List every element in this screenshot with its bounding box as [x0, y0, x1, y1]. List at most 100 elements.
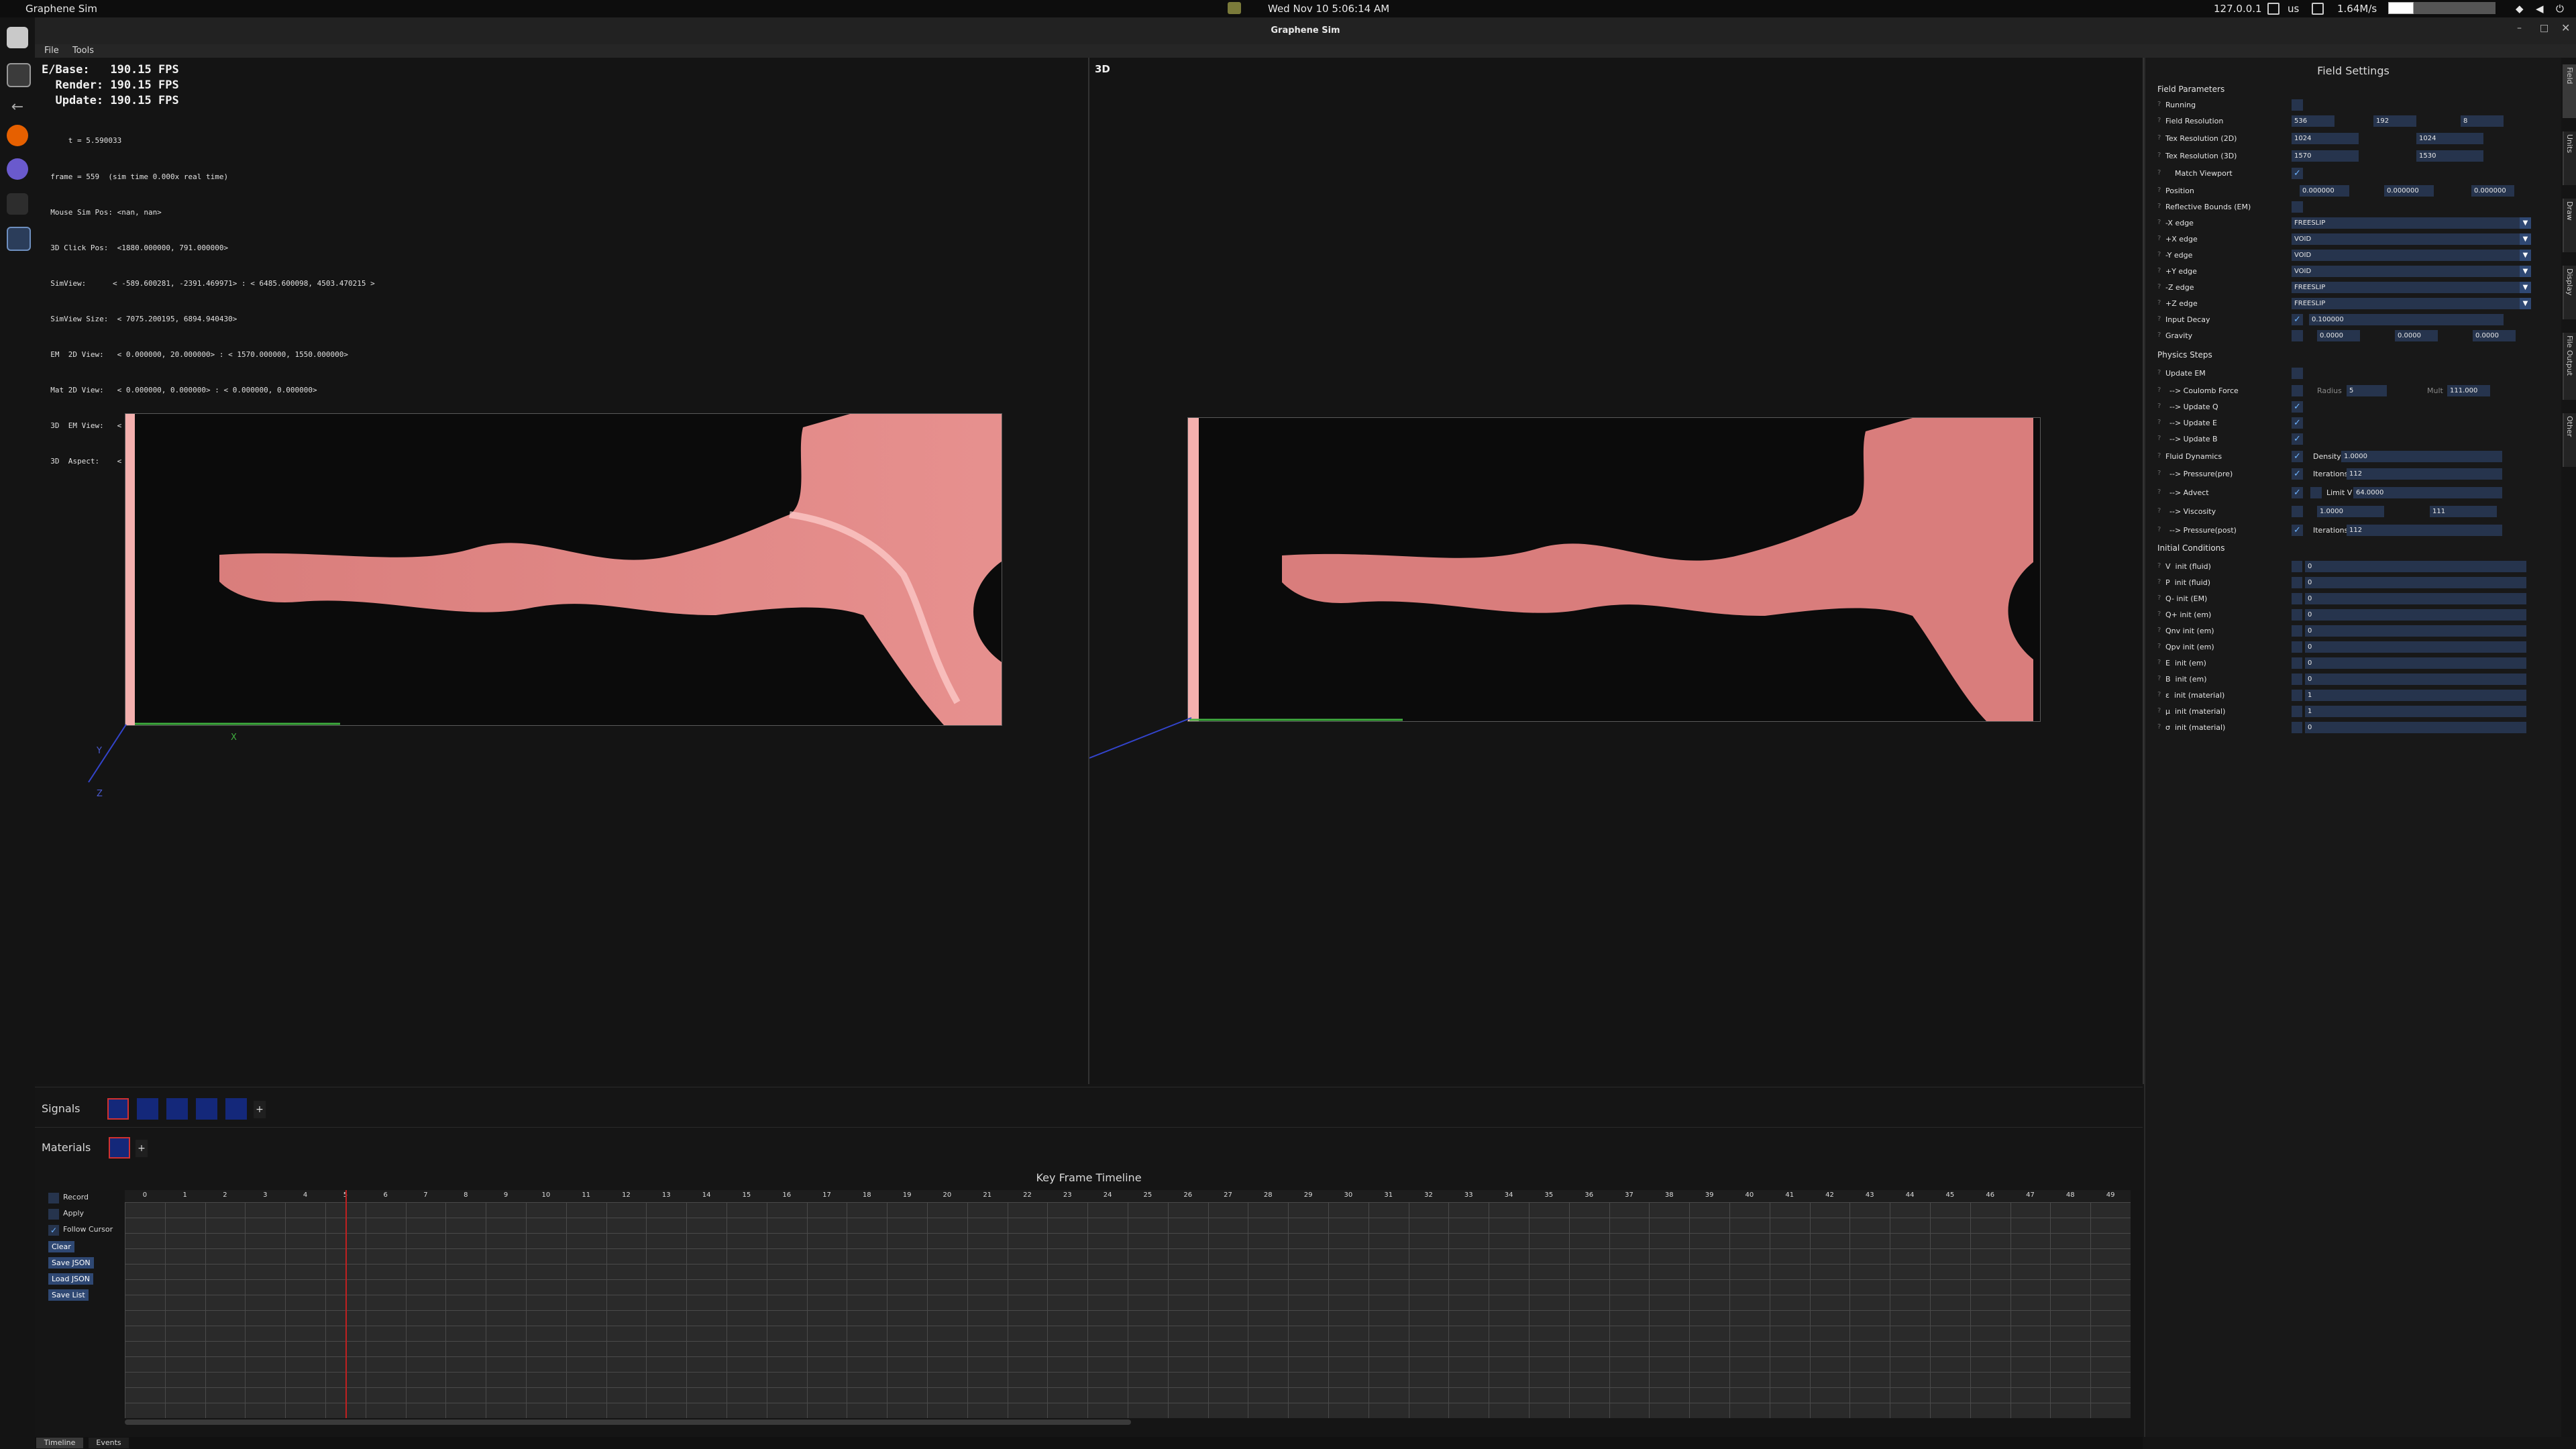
dropdown-arrow-icon[interactable]: ▼	[2520, 266, 2531, 277]
frame-number[interactable]: 8	[445, 1191, 486, 1199]
add-material-button[interactable]: +	[136, 1140, 148, 1157]
help-icon[interactable]: ?	[2157, 723, 2161, 731]
frame-number[interactable]: 12	[606, 1191, 647, 1199]
fluid-checkbox[interactable]: ✓	[2292, 451, 2303, 462]
close-icon[interactable]: ✕	[2561, 21, 2570, 34]
wifi-icon[interactable]: ◆	[2516, 3, 2524, 15]
simulation-field-2d[interactable]	[125, 413, 1002, 726]
edge-select[interactable]: VOID	[2292, 250, 2520, 261]
frame-number[interactable]: 26	[1168, 1191, 1208, 1199]
frame-number[interactable]: 22	[1008, 1191, 1048, 1199]
frame-number[interactable]: 48	[2050, 1191, 2090, 1199]
frame-number[interactable]: 17	[807, 1191, 847, 1199]
frame-number[interactable]: 32	[1409, 1191, 1449, 1199]
help-icon[interactable]: ?	[2157, 610, 2161, 618]
frame-number[interactable]: 42	[1810, 1191, 1850, 1199]
pressure-post-checkbox[interactable]: ✓	[2292, 525, 2303, 536]
help-icon[interactable]: ?	[2157, 235, 2161, 242]
frame-number[interactable]: 33	[1448, 1191, 1489, 1199]
init-value[interactable]: 0	[2305, 625, 2526, 637]
init-header[interactable]: Initial Conditions	[2157, 543, 2225, 553]
timeline-cursor[interactable]	[345, 1190, 347, 1418]
field-params-header[interactable]: Field Parameters	[2157, 85, 2224, 94]
tex3d-y[interactable]: 1530	[2416, 150, 2483, 162]
frame-number[interactable]: 27	[1208, 1191, 1248, 1199]
firefox-icon[interactable]	[7, 125, 28, 146]
gravity-x[interactable]: 0.0000	[2317, 330, 2360, 341]
help-icon[interactable]: ?	[2157, 169, 2161, 176]
frame-number[interactable]: 41	[1770, 1191, 1810, 1199]
frame-number[interactable]: 15	[727, 1191, 767, 1199]
tab-timeline[interactable]: Timeline	[36, 1438, 83, 1448]
input-decay-checkbox[interactable]: ✓	[2292, 314, 2303, 325]
minimize-icon[interactable]: –	[2517, 23, 2522, 34]
init-value[interactable]: 1	[2305, 706, 2526, 717]
frame-number[interactable]: 36	[1569, 1191, 1609, 1199]
init-color[interactable]	[2292, 625, 2302, 637]
frame-number[interactable]: 10	[526, 1191, 566, 1199]
frame-number[interactable]: 31	[1368, 1191, 1409, 1199]
help-icon[interactable]: ?	[2157, 251, 2161, 258]
frame-number[interactable]: 11	[566, 1191, 606, 1199]
frame-number[interactable]: 21	[967, 1191, 1008, 1199]
browser-icon[interactable]	[7, 158, 28, 180]
help-icon[interactable]: ?	[2157, 219, 2161, 226]
frame-number[interactable]: 0	[125, 1191, 165, 1199]
frame-number[interactable]: 39	[1689, 1191, 1729, 1199]
frame-number[interactable]: 45	[1930, 1191, 1970, 1199]
init-value[interactable]: 0	[2305, 561, 2526, 572]
ip-indicator[interactable]: 127.0.0.1	[2214, 3, 2262, 15]
help-icon[interactable]: ?	[2157, 101, 2161, 108]
help-icon[interactable]: ?	[2157, 435, 2161, 442]
help-icon[interactable]: ?	[2157, 315, 2161, 323]
add-signal-button[interactable]: +	[254, 1101, 266, 1118]
window-title-bar[interactable]: Graphene Sim – □ ✕	[35, 17, 2576, 45]
help-icon[interactable]: ?	[2157, 419, 2161, 426]
frame-number[interactable]: 30	[1328, 1191, 1368, 1199]
update-em-checkbox[interactable]	[2292, 368, 2303, 379]
reflective-checkbox[interactable]	[2292, 201, 2303, 213]
workspace-active[interactable]	[2388, 2, 2414, 14]
signal-slot-5[interactable]	[225, 1098, 247, 1120]
help-icon[interactable]: ?	[2157, 386, 2161, 394]
init-color[interactable]	[2292, 609, 2302, 621]
active-app-name[interactable]: Graphene Sim	[25, 3, 97, 15]
coulomb-checkbox[interactable]	[2292, 385, 2303, 396]
init-color[interactable]	[2292, 593, 2302, 604]
back-arrow-icon[interactable]: ←	[7, 97, 28, 118]
field-res-x[interactable]: 536	[2292, 115, 2334, 127]
apply-checkbox[interactable]	[48, 1209, 59, 1220]
help-icon[interactable]: ?	[2157, 707, 2161, 714]
position-x[interactable]: 0.000000	[2300, 185, 2349, 197]
help-icon[interactable]: ?	[2157, 452, 2161, 460]
frame-number[interactable]: 29	[1288, 1191, 1328, 1199]
material-slot-1[interactable]	[109, 1137, 130, 1159]
help-icon[interactable]: ?	[2157, 283, 2161, 290]
pressure-pre-iterations[interactable]: 112	[2347, 468, 2502, 480]
maximize-icon[interactable]: □	[2540, 23, 2548, 34]
graphene-sim-icon[interactable]	[7, 227, 31, 251]
frame-number[interactable]: 38	[1649, 1191, 1689, 1199]
update-q-checkbox[interactable]: ✓	[2292, 401, 2303, 413]
load-json-button[interactable]: Load JSON	[48, 1273, 93, 1285]
view-3d[interactable]: 3D	[1089, 58, 2144, 1084]
frame-number[interactable]: 49	[2090, 1191, 2131, 1199]
screenshot-icon[interactable]	[2312, 3, 2324, 15]
frame-number[interactable]: 3	[245, 1191, 285, 1199]
init-color[interactable]	[2292, 577, 2302, 588]
viscosity-checkbox[interactable]	[2292, 506, 2303, 517]
viscosity-value[interactable]: 1.0000	[2317, 506, 2384, 517]
frame-number[interactable]: 35	[1529, 1191, 1569, 1199]
match-viewport-checkbox[interactable]: ✓	[2292, 168, 2303, 179]
help-icon[interactable]: ?	[2157, 643, 2161, 650]
menu-tools[interactable]: Tools	[72, 46, 94, 56]
pressure-post-iterations[interactable]: 112	[2347, 525, 2502, 536]
help-icon[interactable]: ?	[2157, 152, 2161, 159]
frame-number[interactable]: 37	[1609, 1191, 1650, 1199]
tab-events[interactable]: Events	[89, 1438, 129, 1448]
init-color[interactable]	[2292, 690, 2302, 701]
init-color[interactable]	[2292, 706, 2302, 717]
side-tab-field[interactable]: Field	[2563, 64, 2576, 118]
help-icon[interactable]: ?	[2157, 627, 2161, 634]
files-icon[interactable]	[7, 27, 28, 48]
